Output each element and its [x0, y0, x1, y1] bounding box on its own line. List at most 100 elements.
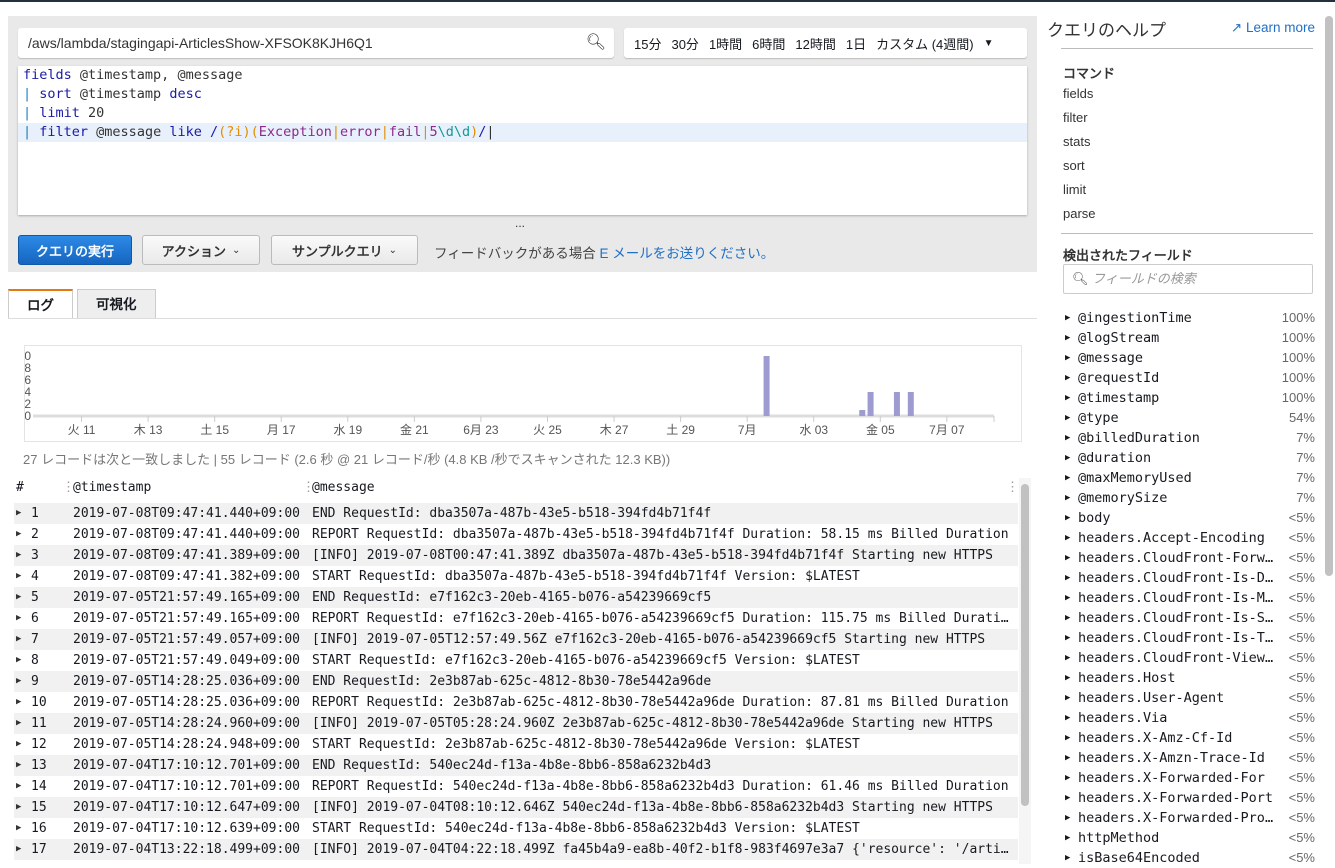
- help-scrollbar[interactable]: [1325, 16, 1333, 576]
- field-item[interactable]: ▶ headers.Via <5%: [1065, 708, 1315, 728]
- time-range-option[interactable]: 12時間: [795, 34, 835, 53]
- field-item[interactable]: ▶ headers.CloudFront-Is-SmartTV-Viewer <5%: [1065, 608, 1315, 628]
- expand-field-icon[interactable]: ▶: [1065, 828, 1070, 848]
- expand-row-icon[interactable]: ▶: [16, 692, 21, 713]
- time-range-option[interactable]: 6時間: [752, 34, 785, 53]
- table-row[interactable]: ▶ 9 2019-07-05T14:28:25.036+09:00 END Reque…: [14, 671, 1018, 692]
- field-item[interactable]: ▶ headers.CloudFront-Viewer-Country <5%: [1065, 648, 1315, 668]
- expand-field-icon[interactable]: ▶: [1065, 448, 1070, 468]
- expand-field-icon[interactable]: ▶: [1065, 708, 1070, 728]
- field-search-input[interactable]: 🔍︎ フィールドの検索: [1063, 264, 1313, 294]
- command-parse[interactable]: parse: [1063, 206, 1096, 221]
- dropdown-caret-icon[interactable]: ▼: [984, 38, 994, 49]
- table-row[interactable]: ▶ 12 2019-07-05T14:28:24.948+09:00 START Re…: [14, 734, 1018, 755]
- scrollbar-thumb[interactable]: [1021, 484, 1029, 806]
- field-item[interactable]: ▶ headers.CloudFront-Forwarded-Proto <5%: [1065, 548, 1315, 568]
- field-item[interactable]: ▶ @ingestionTime 100%: [1065, 308, 1315, 328]
- field-item[interactable]: ▶ @requestId 100%: [1065, 368, 1315, 388]
- expand-field-icon[interactable]: ▶: [1065, 308, 1070, 328]
- field-item[interactable]: ▶ headers.X-Forwarded-For <5%: [1065, 768, 1315, 788]
- expand-row-icon[interactable]: ▶: [16, 545, 21, 566]
- expand-field-icon[interactable]: ▶: [1065, 688, 1070, 708]
- field-item[interactable]: ▶ headers.Accept-Encoding <5%: [1065, 528, 1315, 548]
- field-item[interactable]: ▶ headers.X-Amz-Cf-Id <5%: [1065, 728, 1315, 748]
- sample-queries-button[interactable]: サンプルクエリ ⌄: [271, 235, 418, 265]
- tab-visualization[interactable]: 可視化: [77, 289, 156, 319]
- expand-field-icon[interactable]: ▶: [1065, 808, 1070, 828]
- expand-field-icon[interactable]: ▶: [1065, 728, 1070, 748]
- expand-row-icon[interactable]: ▶: [16, 503, 21, 524]
- expand-field-icon[interactable]: ▶: [1065, 468, 1070, 488]
- expand-field-icon[interactable]: ▶: [1065, 368, 1070, 388]
- expand-row-icon[interactable]: ▶: [16, 671, 21, 692]
- table-row[interactable]: ▶ 13 2019-07-04T17:10:12.701+09:00 END Requ…: [14, 755, 1018, 776]
- table-row[interactable]: ▶ 14 2019-07-04T17:10:12.701+09:00 REPORT R…: [14, 776, 1018, 797]
- table-row[interactable]: ▶ 6 2019-07-05T21:57:49.165+09:00 REPORT Re…: [14, 608, 1018, 629]
- expand-field-icon[interactable]: ▶: [1065, 568, 1070, 588]
- field-item[interactable]: ▶ headers.X-Forwarded-Proto <5%: [1065, 808, 1315, 828]
- field-item[interactable]: ▶ headers.Host <5%: [1065, 668, 1315, 688]
- field-item[interactable]: ▶ headers.CloudFront-Is-Desktop-Viewer <5%: [1065, 568, 1315, 588]
- field-item[interactable]: ▶ @type 54%: [1065, 408, 1315, 428]
- expand-field-icon[interactable]: ▶: [1065, 608, 1070, 628]
- expand-field-icon[interactable]: ▶: [1065, 648, 1070, 668]
- table-row[interactable]: ▶ 10 2019-07-05T14:28:25.036+09:00 REPORT R…: [14, 692, 1018, 713]
- table-scrollbar[interactable]: [1019, 478, 1031, 864]
- time-range-option[interactable]: 15分: [634, 34, 661, 53]
- field-item[interactable]: ▶ headers.CloudFront-Is-Tablet-Viewer <5%: [1065, 628, 1315, 648]
- expand-field-icon[interactable]: ▶: [1065, 588, 1070, 608]
- expand-row-icon[interactable]: ▶: [16, 608, 21, 629]
- expand-field-icon[interactable]: ▶: [1065, 428, 1070, 448]
- field-item[interactable]: ▶ body <5%: [1065, 508, 1315, 528]
- command-limit[interactable]: limit: [1063, 182, 1086, 197]
- field-item[interactable]: ▶ headers.X-Amzn-Trace-Id <5%: [1065, 748, 1315, 768]
- table-row[interactable]: ▶ 15 2019-07-04T17:10:12.647+09:00 [INFO] 2…: [14, 797, 1018, 818]
- expand-field-icon[interactable]: ▶: [1065, 628, 1070, 648]
- search-icon[interactable]: 🔍︎: [586, 28, 606, 58]
- table-row[interactable]: ▶ 4 2019-07-08T09:47:41.382+09:00 START Req…: [14, 566, 1018, 587]
- expand-row-icon[interactable]: ▶: [16, 650, 21, 671]
- expand-row-icon[interactable]: ▶: [16, 818, 21, 839]
- expand-field-icon[interactable]: ▶: [1065, 528, 1070, 548]
- field-item[interactable]: ▶ @timestamp 100%: [1065, 388, 1315, 408]
- field-item[interactable]: ▶ @maxMemoryUsed 7%: [1065, 468, 1315, 488]
- expand-row-icon[interactable]: ▶: [16, 797, 21, 818]
- expand-field-icon[interactable]: ▶: [1065, 788, 1070, 808]
- column-menu-icon[interactable]: ⋮: [1006, 480, 1019, 495]
- query-editor[interactable]: fields @timestamp, @message | sort @times…: [18, 66, 1027, 215]
- table-row[interactable]: ▶ 1 2019-07-08T09:47:41.440+09:00 END Reque…: [14, 503, 1018, 524]
- resize-handle[interactable]: ...: [515, 216, 525, 230]
- table-row[interactable]: ▶ 2 2019-07-08T09:47:41.440+09:00 REPORT Re…: [14, 524, 1018, 545]
- field-item[interactable]: ▶ headers.X-Forwarded-Port <5%: [1065, 788, 1315, 808]
- feedback-email-link[interactable]: E メールをお送りください。: [599, 246, 774, 261]
- field-item[interactable]: ▶ @memorySize 7%: [1065, 488, 1315, 508]
- command-sort[interactable]: sort: [1063, 158, 1085, 173]
- time-range-option[interactable]: 30分: [671, 34, 698, 53]
- command-filter[interactable]: filter: [1063, 110, 1088, 125]
- field-item[interactable]: ▶ headers.CloudFront-Is-Mobile-Viewer <5%: [1065, 588, 1315, 608]
- expand-field-icon[interactable]: ▶: [1065, 408, 1070, 428]
- time-range-option[interactable]: 1時間: [709, 34, 742, 53]
- expand-row-icon[interactable]: ▶: [16, 839, 21, 860]
- time-range-option[interactable]: カスタム (4週間): [876, 34, 974, 53]
- table-row[interactable]: ▶ 8 2019-07-05T21:57:49.049+09:00 START Req…: [14, 650, 1018, 671]
- expand-row-icon[interactable]: ▶: [16, 566, 21, 587]
- expand-row-icon[interactable]: ▶: [16, 755, 21, 776]
- field-item[interactable]: ▶ httpMethod <5%: [1065, 828, 1315, 848]
- field-item[interactable]: ▶ @logStream 100%: [1065, 328, 1315, 348]
- command-fields[interactable]: fields: [1063, 86, 1093, 101]
- expand-field-icon[interactable]: ▶: [1065, 348, 1070, 368]
- table-row[interactable]: ▶ 7 2019-07-05T21:57:49.057+09:00 [INFO] 20…: [14, 629, 1018, 650]
- expand-field-icon[interactable]: ▶: [1065, 848, 1070, 868]
- run-query-button[interactable]: クエリの実行: [18, 235, 132, 265]
- field-item[interactable]: ▶ headers.User-Agent <5%: [1065, 688, 1315, 708]
- expand-field-icon[interactable]: ▶: [1065, 508, 1070, 528]
- col-header-timestamp[interactable]: @timestamp: [73, 480, 151, 495]
- field-item[interactable]: ▶ @duration 7%: [1065, 448, 1315, 468]
- learn-more-link[interactable]: ↗ Learn more: [1231, 20, 1315, 36]
- expand-field-icon[interactable]: ▶: [1065, 388, 1070, 408]
- col-header-message[interactable]: @message: [312, 480, 375, 495]
- table-row[interactable]: ▶ 17 2019-07-04T13:22:18.499+09:00 [INFO] 2…: [14, 839, 1018, 860]
- table-row[interactable]: ▶ 16 2019-07-04T17:10:12.639+09:00 START Re…: [14, 818, 1018, 839]
- log-group-selector[interactable]: /aws/lambda/stagingapi-ArticlesShow-XFSO…: [18, 28, 614, 58]
